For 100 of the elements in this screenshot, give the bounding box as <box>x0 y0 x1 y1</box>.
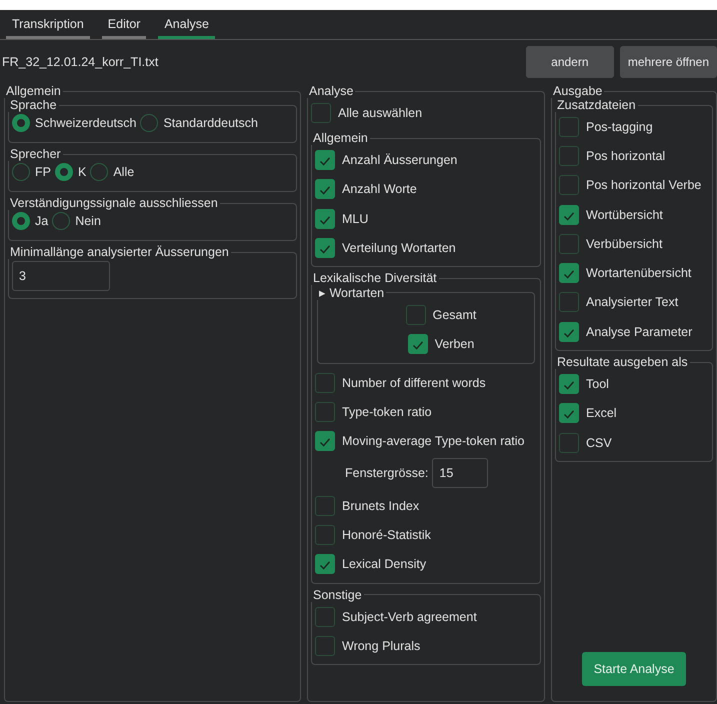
option-label: Excel <box>586 406 617 420</box>
checked-checkbox[interactable] <box>559 204 579 225</box>
start-button[interactable]: Starte Analyse <box>582 652 686 686</box>
option-label: Lexical Density <box>342 557 426 572</box>
number-field[interactable]: 15 <box>432 458 488 488</box>
check-icon <box>320 245 330 254</box>
option-label: Standarddeutsch <box>163 116 258 130</box>
field-label: Fenstergrösse: <box>345 466 428 480</box>
option-label: CSV <box>586 436 612 450</box>
checkbox[interactable] <box>559 432 579 453</box>
checked-checkbox[interactable] <box>315 208 335 229</box>
option-label: Analyse Parameter <box>586 324 692 339</box>
option-label: Ja <box>35 214 48 228</box>
checked-checkbox[interactable] <box>559 374 579 394</box>
checked-checkbox[interactable] <box>315 431 335 452</box>
option-label: Brunets Index <box>342 498 420 513</box>
check-icon <box>564 329 574 338</box>
option-label: Analysierter Text <box>586 295 678 310</box>
tab[interactable]: Transkription <box>6 16 90 39</box>
radio-button[interactable] <box>140 114 158 132</box>
group-title: Sprache <box>9 98 58 112</box>
option-label: Pos-tagging <box>586 120 653 134</box>
tab[interactable]: Editor <box>102 16 146 39</box>
checked-checkbox[interactable] <box>559 322 579 342</box>
checked-checkbox[interactable] <box>408 334 428 354</box>
radio-button[interactable] <box>12 163 30 181</box>
option-label: Wortübersicht <box>586 208 663 222</box>
radio-button[interactable] <box>90 163 108 181</box>
checkbox[interactable] <box>315 524 335 545</box>
checked-checkbox[interactable] <box>315 238 335 258</box>
checkbox[interactable] <box>559 292 579 312</box>
option-label: Alle auswählen <box>338 106 422 120</box>
option-label: Tool <box>586 377 609 392</box>
check-icon <box>564 381 574 390</box>
option-label: K <box>78 165 86 179</box>
group-title: Minimallänge analysierter Äusserungen <box>9 245 230 259</box>
group-title: ▸ Wortarten <box>318 285 386 300</box>
check-icon <box>564 410 574 419</box>
group-title: Sonstige <box>312 588 363 602</box>
header-button[interactable]: mehrere öffnen <box>620 46 717 78</box>
option-label: Pos horizontal Verbe <box>586 178 702 192</box>
checkbox[interactable] <box>559 175 579 196</box>
checkbox[interactable] <box>311 102 331 123</box>
option-label: Wrong Plurals <box>342 638 420 653</box>
tab[interactable]: Analyse <box>158 16 215 39</box>
check-icon <box>320 186 330 195</box>
option-label: Schweizerdeutsch <box>35 116 136 130</box>
check-icon <box>412 342 423 350</box>
option-label: Wortartenübersicht <box>586 266 692 280</box>
group-title: Sprecher <box>9 147 62 161</box>
checked-checkbox[interactable] <box>559 403 579 424</box>
option-label: Moving-average Type-token ratio <box>342 434 525 448</box>
checkbox[interactable] <box>559 234 579 254</box>
checkbox[interactable] <box>315 372 335 393</box>
file-name: FR_32_12.01.24_korr_TI.txt <box>2 55 158 69</box>
checked-checkbox[interactable] <box>315 179 335 200</box>
option-label: Gesamt <box>432 308 476 322</box>
checkbox[interactable] <box>559 116 579 137</box>
group-title: Resultate ausgeben als <box>556 355 689 370</box>
option-label: Verbübersicht <box>586 236 662 251</box>
option-label: Honoré-Statistik <box>342 528 431 542</box>
group-title: Lexikalische Diversität <box>312 271 438 286</box>
option-label: Number of different words <box>342 376 486 390</box>
group-title: Zusatzdateien <box>556 98 637 112</box>
radio-button[interactable] <box>12 114 30 132</box>
check-icon <box>320 438 330 447</box>
checkbox[interactable] <box>406 305 426 326</box>
check-icon <box>320 562 330 570</box>
option-label: Anzahl Worte <box>342 182 417 196</box>
checked-checkbox[interactable] <box>315 150 335 170</box>
option-label: Alle <box>113 165 134 179</box>
group-title: Analyse <box>308 84 354 98</box>
group-title: Verständigungssignale ausschliessen <box>9 196 219 210</box>
group-title: Allgemein <box>312 131 369 146</box>
group-title: Ausgabe <box>552 84 604 98</box>
group-title: Allgemein <box>5 84 62 98</box>
option-label: Verben <box>434 337 474 352</box>
option-label: Anzahl Äusserungen <box>342 152 458 167</box>
option-label: Nein <box>75 214 101 228</box>
radio-button[interactable] <box>54 163 73 181</box>
option-label: MLU <box>342 212 368 226</box>
checked-checkbox[interactable] <box>559 263 579 284</box>
checkbox[interactable] <box>559 146 579 166</box>
input-field[interactable]: 3 <box>12 261 110 291</box>
check-icon <box>564 270 574 279</box>
radio-button[interactable] <box>12 212 30 230</box>
checkbox[interactable] <box>315 496 335 516</box>
option-label: Subject-Verb agreement <box>342 610 477 624</box>
option-label: FP <box>35 165 51 179</box>
option-label: Verteilung Wortarten <box>342 240 456 255</box>
check-icon <box>320 157 330 166</box>
check-icon <box>320 216 330 224</box>
checkbox[interactable] <box>315 636 335 656</box>
header-button[interactable]: andern <box>526 46 614 78</box>
checked-checkbox[interactable] <box>315 554 335 574</box>
option-label: Type-token ratio <box>342 405 432 420</box>
checkbox[interactable] <box>315 402 335 422</box>
radio-button[interactable] <box>52 212 70 230</box>
checkbox[interactable] <box>315 606 335 626</box>
check-icon <box>564 212 574 220</box>
